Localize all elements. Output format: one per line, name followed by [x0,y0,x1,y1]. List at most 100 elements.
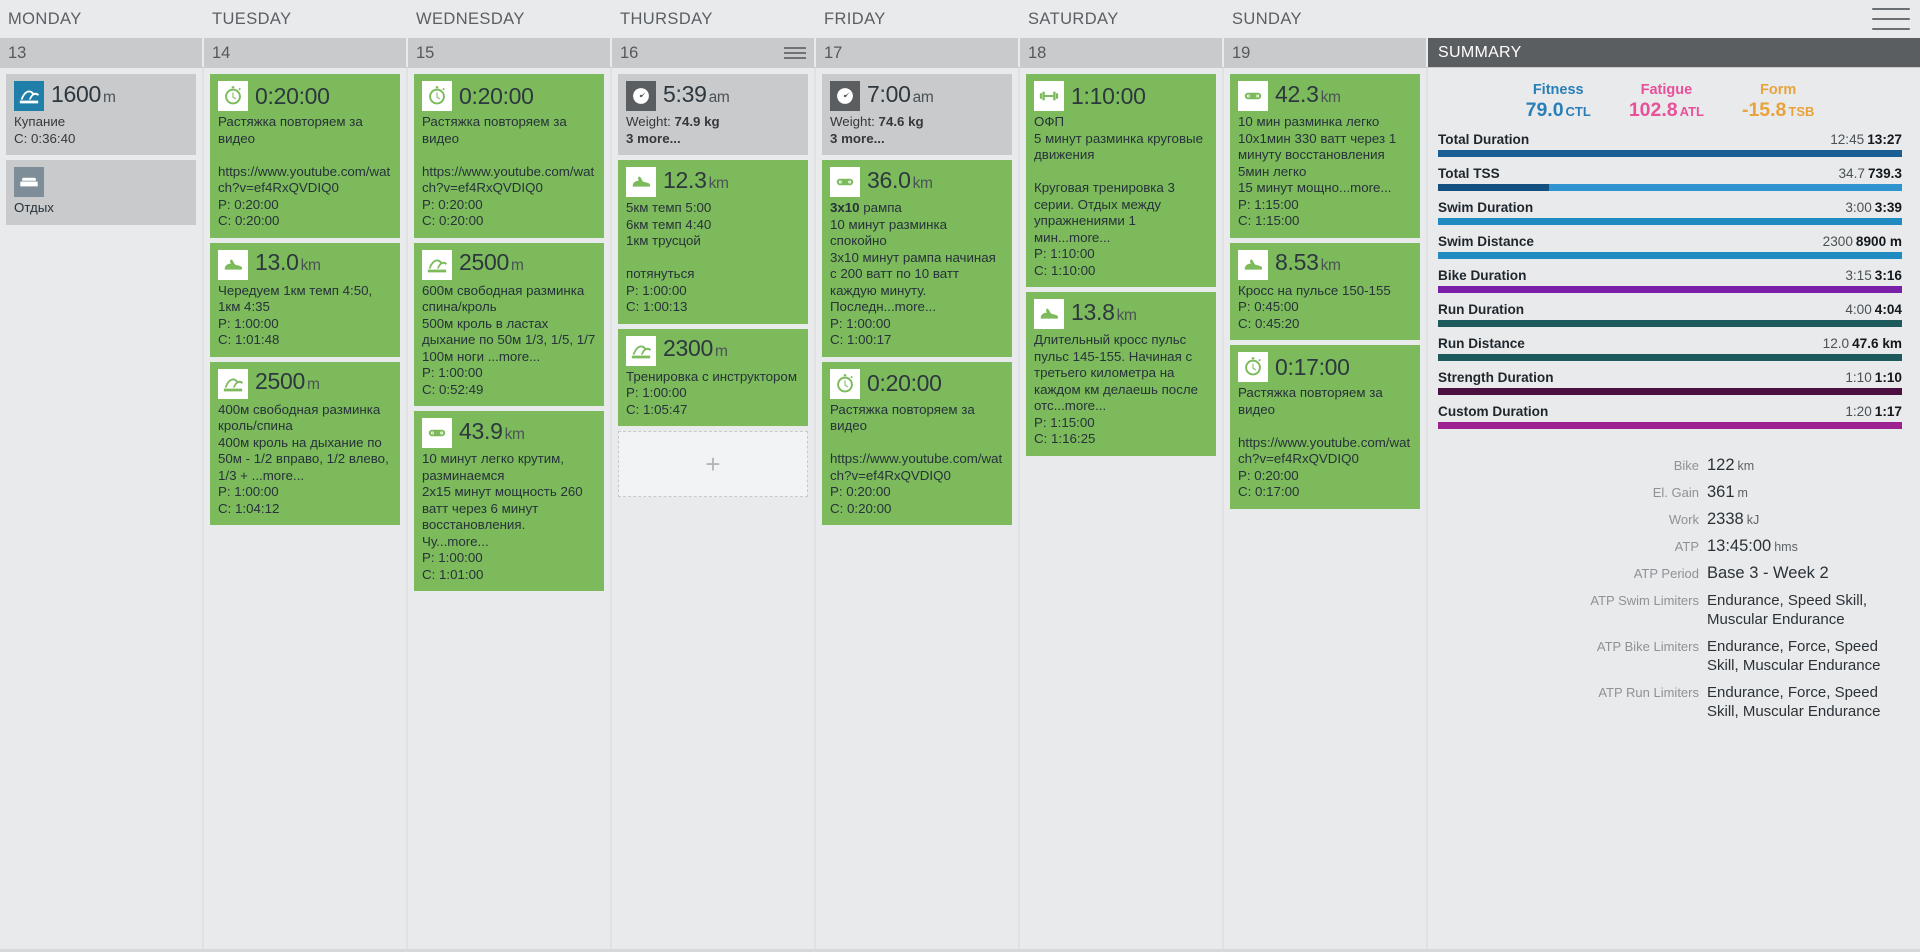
date-label: 17 [824,44,843,62]
metric-values: 2300 8900 m [1823,234,1902,249]
workout-description: 5км темп 5:00 6км темп 4:40 1км трусцой … [626,200,712,314]
workout-headline-unit: km [504,425,525,443]
workout-card[interactable]: 1600 m Купание C: 0:36:40 [6,74,196,155]
day-column-18: 1:10:00 ОФП 5 минут разминка круговые дви… [1020,68,1224,952]
metric-bar-fill [1438,286,1902,293]
workout-card[interactable]: Отдых [6,160,196,225]
workout-card[interactable]: 0:20:00 Растяжка повторяем за видео https… [822,361,1012,525]
metric-completed: 3:16 [1874,268,1902,283]
pmc-value: -15.8 TSB [1741,99,1815,121]
workout-card[interactable]: 2500 m 400м свободная разминка кроль/спина… [210,361,400,525]
workout-card[interactable]: 36.0 km 3x10 рампа 10 минут разминка споко… [822,160,1012,357]
workout-card[interactable]: 0:20:00 Растяжка повторяем за видео https… [414,74,604,238]
pmc-suffix: CTL [1565,104,1591,119]
workout-card[interactable]: 8.53 km Кросс на пульсе 150-155 P: 0:45:00… [1230,242,1420,340]
workout-card[interactable]: 0:20:00 Растяжка повторяем за видео https… [210,74,400,238]
stopwatch-icon [1238,352,1268,382]
workout-card[interactable]: 13.0 km Чередуем 1км темп 4:50, 1км 4:35 P… [210,242,400,357]
workout-card[interactable]: 5:39 am Weight: 74.9 kg 3 more... [618,74,808,155]
metric-bar-track [1438,388,1902,395]
workout-card[interactable]: 43.9 km 10 минут легко крутим, разминаемся… [414,411,604,591]
workout-headline: 7:00 am [867,80,934,107]
metric-completed: 8900 m [1855,234,1902,249]
workout-description: Чередуем 1км темп 4:50, 1км 4:35 P: 1:00… [218,282,373,348]
date-cell-15[interactable]: 15 [408,38,612,67]
workout-card[interactable]: 0:17:00 Растяжка повторяем за видео https… [1230,345,1420,509]
metric-values: 3:00 3:39 [1845,200,1902,215]
metric-values: 12.0 47.6 km [1823,336,1902,351]
day-column-13: 1600 m Купание C: 0:36:40 Отдых [0,68,204,952]
workout-headline: 1600 m [51,80,116,107]
workout-headline-unit: am [912,88,934,106]
date-cell-13[interactable]: 13 [0,38,204,67]
atp-label: ATP Run Limiters [1598,685,1699,700]
add-workout-button[interactable]: + [618,431,808,497]
workout-card-header: 42.3 km [1238,81,1412,111]
metric-header: Run Distance 12.0 47.6 km [1438,336,1902,351]
metric-bike-duration: Bike Duration 3:15 3:16 [1438,268,1902,293]
workout-headline-unit: am [708,88,730,106]
workout-card[interactable]: 7:00 am Weight: 74.6 kg 3 more... [822,74,1012,155]
workout-description: Растяжка повторяем за видео https://www.… [1238,385,1411,499]
workout-description: Кросс на пульсе 150-155 P: 0:45:00 C: 0:… [1238,282,1391,331]
workout-description: 10 минут легко крутим, разминаемся 2х15 … [422,451,583,582]
workout-card[interactable]: 1:10:00 ОФП 5 минут разминка круговые дви… [1026,74,1216,287]
date-cell-18[interactable]: 18 [1020,38,1224,67]
workout-description: Отдых [14,200,54,215]
metric-values: 1:20 1:17 [1845,404,1902,419]
workout-description: Weight: 74.6 kg 3 more... [830,114,924,146]
atp-row-work: Work 2338 kJ [1438,510,1902,529]
summary-panel-title: SUMMARY [1428,38,1920,67]
day-column-16: 5:39 am Weight: 74.9 kg 3 more... 12.3 km 5км… [612,68,816,952]
workout-description: Растяжка повторяем за видео https://www.… [422,114,595,228]
atp-value: Endurance, Force, Speed Skill, Muscular … [1707,638,1881,674]
date-cell-19[interactable]: 19 [1224,38,1428,67]
swim-icon [14,81,44,111]
atp-label: Work [1668,512,1699,527]
workout-card[interactable]: 42.3 km 10 мин разминка легко 10х1мин 330 … [1230,74,1420,238]
metric-planned: 3:15 [1845,268,1872,283]
day-name-wednesday: WEDNESDAY [416,9,525,28]
metric-label: Swim Duration [1438,200,1534,215]
metric-bar-fill [1438,150,1902,157]
bike-chain-icon [1238,81,1268,111]
day-options-icon[interactable] [784,47,806,59]
date-cell-16[interactable]: 16 [612,38,816,67]
metric-bar-track [1438,320,1902,327]
atp-row-atp: ATP 13:45:00 hms [1438,537,1902,556]
metric-swim-duration: Swim Duration 3:00 3:39 [1438,200,1902,225]
date-label: 16 [620,44,639,62]
date-label: 13 [8,44,27,62]
rest-bed-icon [14,167,44,197]
metric-label: Strength Duration [1438,370,1554,385]
metric-bar-fill [1438,252,1902,259]
workout-description: Растяжка повторяем за видео https://www.… [830,401,1003,516]
date-cell-17[interactable]: 17 [816,38,1020,67]
metric-completed: 4:04 [1874,302,1902,317]
day-column-19: 42.3 km 10 мин разминка легко 10х1мин 330 … [1224,68,1428,952]
metric-bar-track [1438,422,1902,429]
workout-card-header: 36.0 km [830,167,1004,197]
workout-headline: 42.3 km [1275,80,1341,107]
date-label: 14 [212,44,231,62]
metric-label: Custom Duration [1438,404,1549,419]
workout-card[interactable]: 2500 m 600м свободная разминка спина/кроль… [414,242,604,406]
workout-card[interactable]: 2300 m Тренировка с инструктором P: 1:00:0… [618,328,808,426]
metric-label: Run Duration [1438,302,1525,317]
pmc-value: 102.8 ATL [1628,99,1704,121]
workout-description: Тренировка с инструктором P: 1:00:00 C: … [626,368,797,417]
metric-run-duration: Run Duration 4:00 4:04 [1438,302,1902,327]
calendar-week-view: MONDAY TUESDAY WEDNESDAY THURSDAY FRIDAY… [0,0,1920,952]
day-name-friday: FRIDAY [824,9,886,28]
atp-label: ATP Period [1633,566,1699,581]
pmc-metrics-row: Fitness 79.0 CTL Fatigue 102.8 ATL Form -15.8 TS… [1438,82,1902,122]
run-shoe-icon [626,167,656,197]
workout-card[interactable]: 13.8 km Длительный кросс пульс пульс 145-1… [1026,292,1216,456]
hamburger-icon[interactable] [1872,8,1910,30]
workout-card[interactable]: 12.3 km 5км темп 5:00 6км темп 4:40 1км тр… [618,160,808,324]
pmc-form: Form -15.8 TSB [1742,82,1814,122]
metric-completed: 13:27 [1867,132,1902,147]
date-cell-14[interactable]: 14 [204,38,408,67]
workout-card-header: 2500 m [422,249,596,280]
atp-label: ATP Swim Limiters [1590,593,1699,608]
